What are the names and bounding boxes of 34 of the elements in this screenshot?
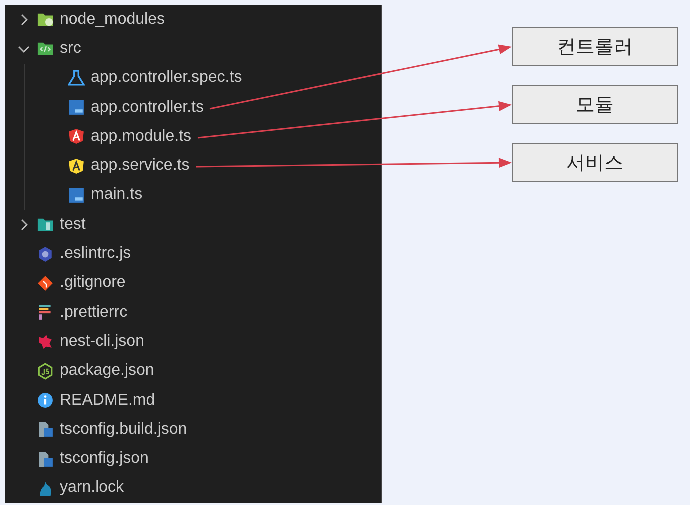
file-name[interactable]: app.controller.spec.ts bbox=[91, 69, 242, 88]
folder-icon bbox=[37, 216, 54, 234]
hexagon-icon bbox=[37, 246, 54, 263]
folder-code-icon bbox=[37, 40, 54, 58]
file-name[interactable]: main.ts bbox=[91, 186, 143, 204]
file-name[interactable]: yarn.lock bbox=[60, 479, 124, 498]
config-file-icon bbox=[37, 421, 54, 438]
shield-icon bbox=[68, 158, 85, 175]
label-box: 컨트롤러 bbox=[512, 27, 678, 66]
label-box: 서비스 bbox=[512, 143, 678, 182]
file-name[interactable]: app.module.ts bbox=[91, 128, 192, 146]
file-name[interactable]: .eslintrc.js bbox=[60, 245, 132, 264]
config-file-icon bbox=[37, 450, 54, 468]
file-name[interactable]: app.controller.ts bbox=[91, 98, 204, 117]
hexagon-icon bbox=[37, 362, 54, 380]
file-name[interactable]: README.md bbox=[60, 392, 156, 410]
folder-name[interactable]: src bbox=[60, 40, 82, 58]
shield-icon bbox=[68, 128, 85, 146]
label-box: 모듈 bbox=[512, 85, 678, 124]
file-name[interactable]: .gitignore bbox=[60, 274, 126, 292]
file-name[interactable]: package.json bbox=[60, 362, 154, 380]
file-name[interactable]: .prettierrc bbox=[60, 304, 128, 322]
git-icon bbox=[37, 274, 54, 292]
folder-name[interactable]: test bbox=[60, 216, 86, 234]
flask-icon bbox=[68, 70, 85, 87]
file-name[interactable]: app.service.ts bbox=[91, 157, 190, 176]
typescript-icon bbox=[68, 186, 85, 204]
info-icon bbox=[37, 392, 54, 409]
typescript-icon bbox=[68, 99, 85, 116]
file-name[interactable]: nest-cli.json bbox=[60, 332, 144, 351]
file-name[interactable]: tsconfig.json bbox=[60, 450, 149, 468]
folder-name[interactable]: node_modules bbox=[60, 10, 165, 29]
folder-icon bbox=[37, 11, 54, 28]
file-name[interactable]: tsconfig.build.json bbox=[60, 420, 188, 439]
